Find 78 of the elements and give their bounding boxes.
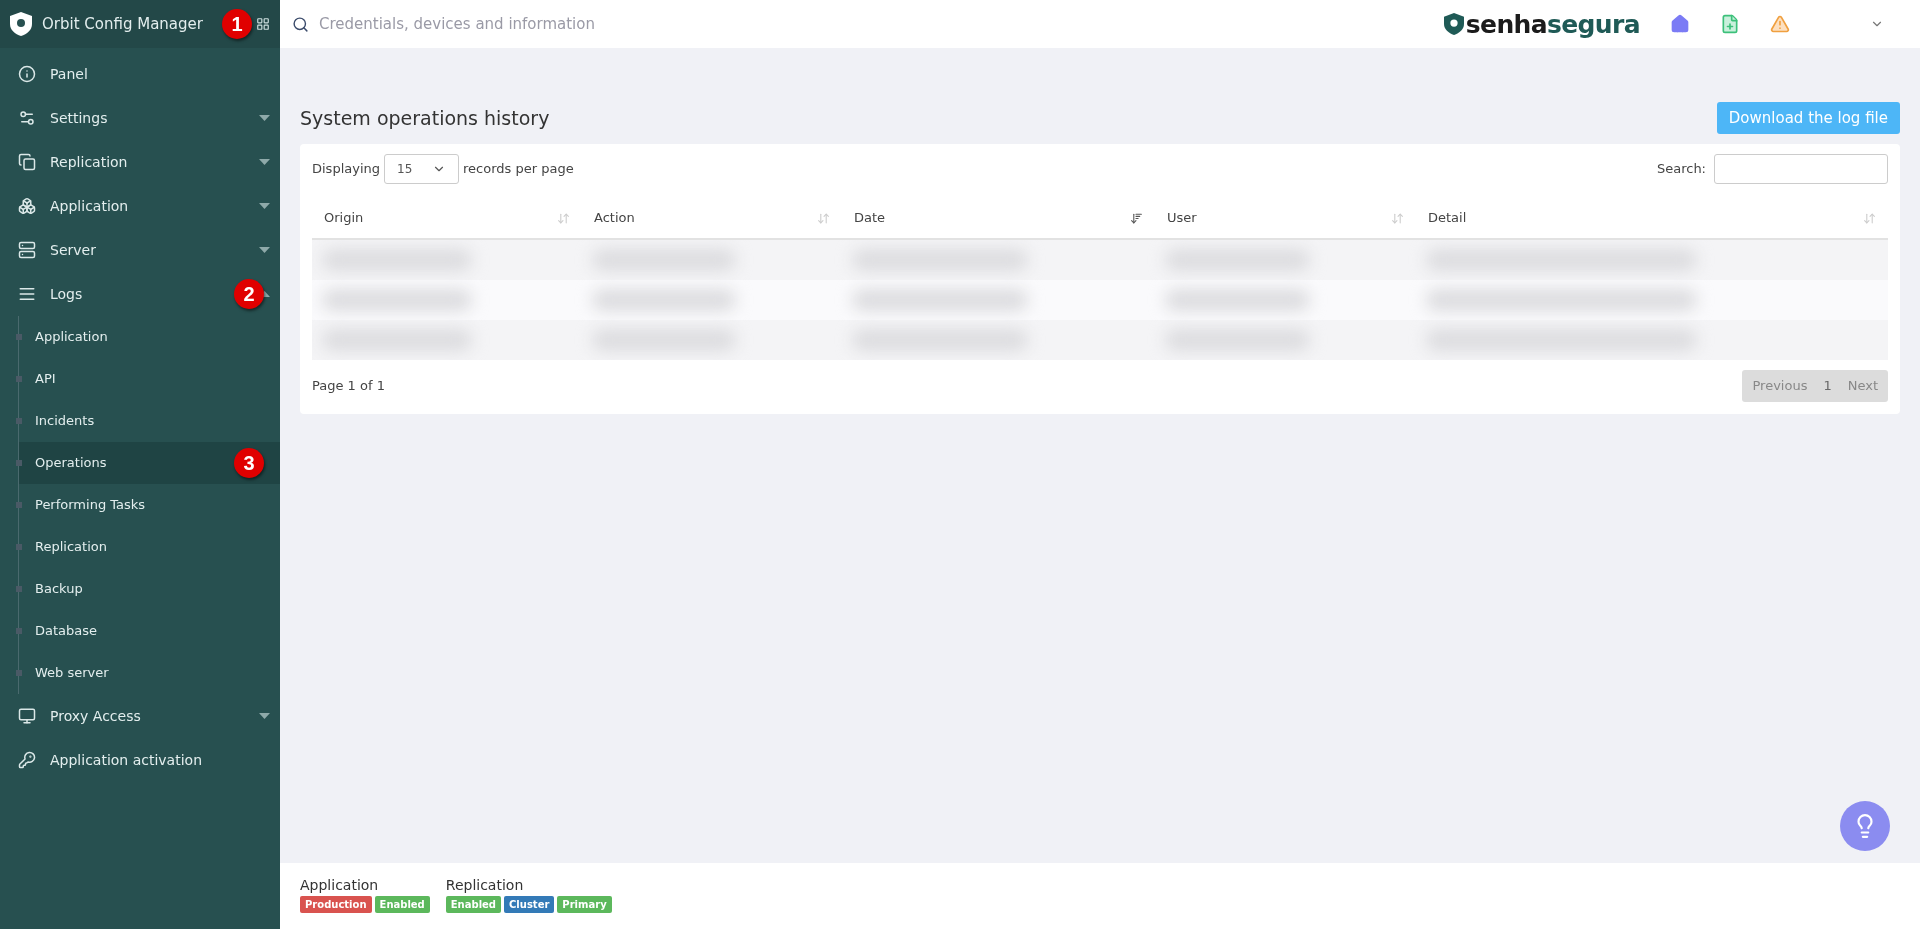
tree-bullet bbox=[16, 334, 22, 340]
caret-icon[interactable] bbox=[259, 713, 270, 719]
app-title: Orbit Config Manager bbox=[42, 13, 203, 35]
monitor-icon bbox=[18, 707, 36, 725]
page-button[interactable]: 1 bbox=[1817, 376, 1838, 396]
search-icon bbox=[292, 15, 309, 33]
submenu-item[interactable]: Operations 3 bbox=[19, 442, 280, 484]
column-header[interactable]: Origin bbox=[312, 198, 582, 238]
tree-bullet bbox=[16, 460, 22, 466]
sidebar-item[interactable]: Settings bbox=[0, 96, 280, 140]
server-icon bbox=[18, 241, 36, 259]
sort-icon bbox=[1863, 211, 1876, 225]
sort-icon bbox=[557, 211, 570, 225]
submenu-item[interactable]: Backup bbox=[19, 568, 280, 610]
column-header[interactable]: Date bbox=[842, 198, 1155, 238]
submenu-item[interactable]: Replication bbox=[19, 526, 280, 568]
file-plus-icon[interactable] bbox=[1720, 14, 1740, 34]
status-badge: Primary bbox=[557, 896, 612, 913]
search-field[interactable]: Credentials, devices and information bbox=[319, 12, 719, 36]
tree-bullet bbox=[16, 418, 22, 424]
warning-icon[interactable] bbox=[1770, 14, 1790, 34]
tree-bullet bbox=[16, 670, 22, 676]
status-label: Replication bbox=[445, 876, 525, 895]
status-label: Application bbox=[300, 876, 380, 895]
status-badge: Enabled bbox=[445, 896, 501, 913]
brand-logo: senhasegura bbox=[1465, 11, 1640, 37]
sidebar-item[interactable]: Proxy Access bbox=[0, 694, 280, 738]
submenu-item[interactable]: Database bbox=[19, 610, 280, 652]
sliders-icon bbox=[18, 109, 36, 127]
tree-bullet bbox=[16, 502, 22, 508]
page-info: Page 1 of 1 bbox=[312, 377, 385, 396]
page-length-select[interactable]: 15 bbox=[384, 154, 460, 184]
column-header[interactable]: Detail bbox=[1416, 198, 1888, 238]
column-header[interactable]: Action bbox=[582, 198, 842, 238]
status-badge: Cluster bbox=[504, 896, 555, 913]
home-icon[interactable] bbox=[1670, 14, 1690, 34]
key-icon bbox=[18, 751, 36, 769]
boxes-icon bbox=[18, 197, 36, 215]
number-marker: 2 bbox=[234, 279, 264, 309]
table-search-field[interactable] bbox=[1714, 154, 1888, 184]
caret-icon[interactable] bbox=[259, 115, 270, 121]
submenu-item[interactable]: Incidents bbox=[19, 400, 280, 442]
sidebar-item[interactable]: Application bbox=[0, 184, 280, 228]
submenu-item[interactable]: Web server bbox=[19, 652, 280, 694]
list-icon bbox=[18, 285, 36, 303]
caret-icon[interactable] bbox=[259, 203, 270, 209]
info-icon bbox=[18, 65, 36, 83]
status-badge: Production bbox=[300, 896, 372, 913]
status-badge: Enabled bbox=[374, 896, 430, 913]
search-label: Search: bbox=[1656, 160, 1706, 179]
shield-logo-icon bbox=[10, 12, 32, 36]
length-label: Displaying bbox=[312, 160, 381, 179]
submenu-item[interactable]: Performing Tasks bbox=[19, 484, 280, 526]
sidebar-item[interactable]: Application activation bbox=[0, 738, 280, 782]
column-header[interactable]: User bbox=[1155, 198, 1416, 238]
sort-icon bbox=[817, 211, 830, 225]
copy-icon bbox=[18, 153, 36, 171]
sidebar-item[interactable]: Logs 2 bbox=[0, 272, 280, 316]
shield-logo-icon bbox=[1443, 12, 1464, 36]
sidebar-item[interactable]: Panel bbox=[0, 52, 280, 96]
number-marker: 3 bbox=[234, 448, 264, 478]
sidebar-item[interactable]: Server bbox=[0, 228, 280, 272]
sort-icon bbox=[1391, 211, 1404, 225]
tree-bullet bbox=[16, 628, 22, 634]
submenu-item[interactable]: API bbox=[19, 358, 280, 400]
caret-icon[interactable] bbox=[259, 159, 270, 165]
submenu-item[interactable]: Application bbox=[19, 316, 280, 358]
tree-bullet bbox=[16, 544, 22, 550]
sidebar-item[interactable]: Replication bbox=[0, 140, 280, 184]
help-button[interactable] bbox=[1840, 801, 1890, 851]
caret-icon[interactable] bbox=[259, 247, 270, 253]
length-label: records per page bbox=[463, 160, 574, 179]
page-title: System operations history bbox=[300, 105, 550, 131]
tree-bullet bbox=[16, 376, 22, 382]
tree-bullet bbox=[16, 586, 22, 592]
grid-menu-icon[interactable] bbox=[256, 17, 270, 31]
sort-desc-icon bbox=[1130, 211, 1143, 225]
number-marker: 1 bbox=[222, 9, 252, 39]
